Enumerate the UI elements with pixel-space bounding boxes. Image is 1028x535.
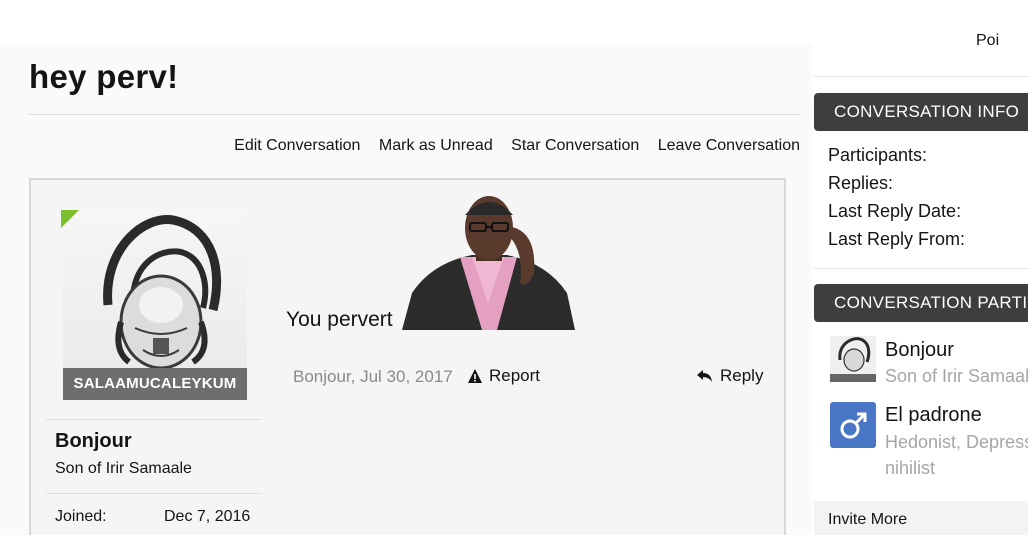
man-portrait-icon <box>402 196 575 330</box>
sidebar-top-cutoff-text: Poi <box>976 32 1000 49</box>
leave-conversation-link[interactable]: Leave Conversation <box>658 137 800 154</box>
sidebar-divider <box>814 76 1028 77</box>
last-reply-from-label: Last Reply From: <box>828 229 966 249</box>
report-label: Report <box>489 366 541 385</box>
replies-label: Replies: <box>828 173 894 193</box>
author-avatar[interactable]: SALAAMUCALEYKUM <box>61 210 247 402</box>
conversation-toolbar: Edit Conversation Mark as Unread Star Co… <box>0 137 800 155</box>
message-card: SALAAMUCALEYKUM Bonjour Son of Irir Sama… <box>29 178 786 535</box>
reply-link[interactable]: Reply <box>696 366 763 386</box>
title-divider <box>29 114 800 115</box>
participant-avatar-el-padrone[interactable] <box>830 402 876 448</box>
report-link[interactable]: Report <box>467 366 540 386</box>
edit-conversation-link[interactable]: Edit Conversation <box>234 137 360 154</box>
participants-label: Participants: <box>828 145 928 165</box>
bald-head-icon <box>830 336 876 382</box>
user-stats-divider <box>46 493 262 494</box>
page-title: hey perv! <box>29 58 179 95</box>
conversation-participants-header: CONVERSATION PARTICIPANTS <box>814 284 1028 322</box>
joined-label: Joined: <box>55 508 107 525</box>
participant-name-bonjour[interactable]: Bonjour <box>885 339 954 362</box>
invite-more-link[interactable]: Invite More <box>814 501 1028 535</box>
participant-title-el-padrone: Hedonist, Depressed <box>885 432 1028 452</box>
participant-title-el-padrone-line2: nihilist <box>885 458 936 478</box>
last-reply-date-label: Last Reply Date: <box>828 201 962 221</box>
avatar-image: SALAAMUCALEYKUM <box>63 210 247 400</box>
star-conversation-link[interactable]: Star Conversation <box>511 137 639 154</box>
author-name[interactable]: Bonjour <box>55 430 132 453</box>
message-sticker-image <box>402 193 575 330</box>
participant-title-bonjour: Son of Irir Samaale <box>885 366 1028 386</box>
user-info-divider <box>46 419 262 420</box>
online-indicator <box>61 210 79 228</box>
participant-avatar-bonjour[interactable] <box>830 336 876 382</box>
sidebar-divider <box>814 268 1028 269</box>
avatar-banner-text: SALAAMUCALEYKUM <box>63 368 247 400</box>
joined-value: Dec 7, 2016 <box>164 508 251 525</box>
participant-name-el-padrone[interactable]: El padrone <box>885 404 982 427</box>
sidebar: Poi CONVERSATION INFO Participants: Repl… <box>812 0 1028 535</box>
warning-icon <box>468 369 482 383</box>
male-symbol-icon <box>830 402 876 448</box>
conversation-info-header: CONVERSATION INFO <box>814 93 1028 131</box>
message-meta[interactable]: Bonjour, Jul 30, 2017 <box>293 367 453 387</box>
reply-label: Reply <box>720 366 764 385</box>
reply-arrow-icon <box>697 370 712 382</box>
author-title: Son of Irir Samaale <box>55 460 192 477</box>
mark-unread-link[interactable]: Mark as Unread <box>379 137 493 154</box>
message-text: You pervert <box>286 308 393 331</box>
